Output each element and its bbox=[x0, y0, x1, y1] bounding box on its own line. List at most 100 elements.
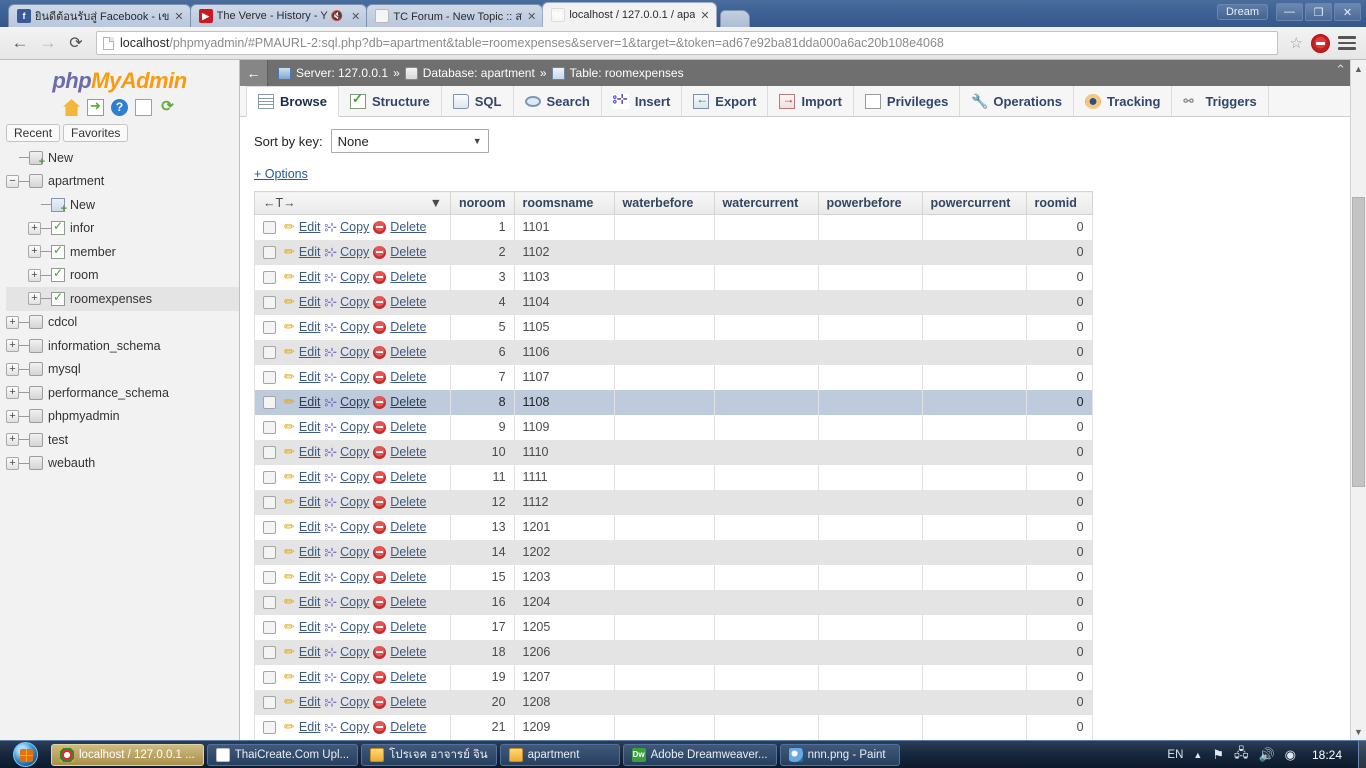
edit-icon[interactable]: ✏ bbox=[284, 394, 295, 410]
bookmark-star-icon[interactable]: ☆ bbox=[1290, 34, 1303, 52]
edit-icon[interactable]: ✏ bbox=[284, 544, 295, 560]
edit-icon[interactable]: ✏ bbox=[284, 669, 295, 685]
table-row[interactable]: ✏Edit⦂⊹CopyDelete2112090 bbox=[255, 715, 1093, 740]
edit-link[interactable]: Edit bbox=[299, 345, 321, 359]
docs-icon[interactable] bbox=[135, 99, 152, 116]
copy-link[interactable]: Copy bbox=[340, 320, 369, 334]
breadcrumb-database[interactable]: Database: apartment bbox=[423, 66, 535, 80]
browser-tab-0[interactable]: fยินดีต้อนรับสู่ Facebook - เข✕ bbox=[8, 4, 191, 27]
copy-icon[interactable]: ⦂⊹ bbox=[324, 570, 336, 585]
row-checkbox[interactable] bbox=[263, 471, 276, 484]
row-checkbox[interactable] bbox=[263, 221, 276, 234]
delete-link[interactable]: Delete bbox=[390, 220, 426, 234]
delete-icon[interactable] bbox=[373, 621, 386, 634]
edit-icon[interactable]: ✏ bbox=[284, 244, 295, 260]
edit-link[interactable]: Edit bbox=[299, 545, 321, 559]
tree-item-cdcol[interactable]: +cdcol bbox=[6, 311, 239, 335]
breadcrumb-back-icon[interactable]: ← bbox=[240, 60, 268, 86]
options-toggle[interactable]: + Options bbox=[254, 167, 308, 181]
adblock-icon[interactable] bbox=[1311, 34, 1330, 53]
edit-link[interactable]: Edit bbox=[299, 295, 321, 309]
taskbar-clock[interactable]: 18:24 bbox=[1306, 748, 1342, 762]
help-icon[interactable]: ? bbox=[111, 99, 128, 116]
edit-icon[interactable]: ✏ bbox=[284, 469, 295, 485]
row-checkbox[interactable] bbox=[263, 271, 276, 284]
copy-icon[interactable]: ⦂⊹ bbox=[324, 670, 336, 685]
row-checkbox[interactable] bbox=[263, 346, 276, 359]
new-tab-button[interactable] bbox=[720, 10, 750, 27]
edit-icon[interactable]: ✏ bbox=[284, 369, 295, 385]
table-row[interactable]: ✏Edit⦂⊹CopyDelete1412020 bbox=[255, 540, 1093, 565]
collapse-icon[interactable]: ⌃ bbox=[1335, 62, 1346, 78]
copy-link[interactable]: Copy bbox=[340, 545, 369, 559]
sort-caret-icon[interactable]: ▼ bbox=[430, 196, 442, 210]
tab-import[interactable]: Import bbox=[767, 86, 853, 116]
volume-icon[interactable]: 🔊 bbox=[1258, 747, 1274, 763]
browser-tab-1[interactable]: ▶The Verve - History - Y🔇✕ bbox=[190, 4, 368, 27]
edit-icon[interactable]: ✏ bbox=[284, 594, 295, 610]
column-header-roomid[interactable]: roomid bbox=[1026, 192, 1092, 215]
delete-icon[interactable] bbox=[373, 446, 386, 459]
favorites-button[interactable]: Favorites bbox=[63, 124, 128, 142]
page-scrollbar[interactable]: ▲ ▼ bbox=[1350, 60, 1366, 740]
edit-link[interactable]: Edit bbox=[299, 720, 321, 734]
edit-icon[interactable]: ✏ bbox=[284, 294, 295, 310]
delete-link[interactable]: Delete bbox=[390, 245, 426, 259]
column-header-noroom[interactable]: noroom bbox=[451, 192, 515, 215]
tab-tracking[interactable]: Tracking bbox=[1073, 86, 1172, 116]
delete-link[interactable]: Delete bbox=[390, 495, 426, 509]
copy-link[interactable]: Copy bbox=[340, 645, 369, 659]
delete-icon[interactable] bbox=[373, 521, 386, 534]
edit-icon[interactable]: ✏ bbox=[284, 319, 295, 335]
taskbar-button-0[interactable]: localhost / 127.0.0.1 ... bbox=[51, 744, 204, 766]
copy-icon[interactable]: ⦂⊹ bbox=[324, 395, 336, 410]
tree-toggle-plus-icon[interactable]: + bbox=[6, 339, 19, 352]
copy-link[interactable]: Copy bbox=[340, 570, 369, 584]
table-row[interactable]: ✏Edit⦂⊹CopyDelete811080 bbox=[255, 390, 1093, 415]
tab-close-icon[interactable]: ✕ bbox=[351, 10, 360, 23]
recent-button[interactable]: Recent bbox=[6, 124, 60, 142]
tab-close-icon[interactable]: ✕ bbox=[527, 10, 536, 23]
delete-icon[interactable] bbox=[373, 571, 386, 584]
browser-tab-3[interactable]: PMAlocalhost / 127.0.0.1 / apa✕ bbox=[542, 2, 716, 27]
copy-link[interactable]: Copy bbox=[340, 270, 369, 284]
tab-browse[interactable]: Browse bbox=[246, 86, 339, 117]
tree-item-test[interactable]: +test bbox=[6, 428, 239, 452]
home-icon[interactable] bbox=[63, 99, 80, 116]
tree-toggle-plus-icon[interactable]: + bbox=[6, 363, 19, 376]
delete-link[interactable]: Delete bbox=[390, 445, 426, 459]
tab-sql[interactable]: SQL bbox=[441, 86, 514, 116]
scroll-up-icon[interactable]: ▲ bbox=[1351, 60, 1366, 77]
delete-icon[interactable] bbox=[373, 321, 386, 334]
copy-link[interactable]: Copy bbox=[340, 395, 369, 409]
row-checkbox[interactable] bbox=[263, 496, 276, 509]
copy-icon[interactable]: ⦂⊹ bbox=[324, 695, 336, 710]
copy-link[interactable]: Copy bbox=[340, 470, 369, 484]
taskbar-button-5[interactable]: nnn.png - Paint bbox=[780, 744, 900, 766]
delete-link[interactable]: Delete bbox=[390, 395, 426, 409]
row-checkbox[interactable] bbox=[263, 546, 276, 559]
edit-link[interactable]: Edit bbox=[299, 220, 321, 234]
chrome-menu-icon[interactable] bbox=[1338, 36, 1356, 50]
tree-item-webauth[interactable]: +webauth bbox=[6, 452, 239, 476]
edit-link[interactable]: Edit bbox=[299, 595, 321, 609]
row-checkbox[interactable] bbox=[263, 721, 276, 734]
row-checkbox[interactable] bbox=[263, 671, 276, 684]
logout-icon[interactable] bbox=[87, 99, 104, 116]
edit-link[interactable]: Edit bbox=[299, 420, 321, 434]
edit-link[interactable]: Edit bbox=[299, 245, 321, 259]
delete-link[interactable]: Delete bbox=[390, 620, 426, 634]
edit-icon[interactable]: ✏ bbox=[284, 344, 295, 360]
column-header-roomsname[interactable]: roomsname bbox=[514, 192, 614, 215]
edit-link[interactable]: Edit bbox=[299, 270, 321, 284]
delete-link[interactable]: Delete bbox=[390, 695, 426, 709]
tree-toggle-plus-icon[interactable]: + bbox=[6, 316, 19, 329]
tree-toggle-plus-icon[interactable]: + bbox=[6, 386, 19, 399]
tree-toggle-plus-icon[interactable]: + bbox=[6, 457, 19, 470]
copy-link[interactable]: Copy bbox=[340, 295, 369, 309]
copy-icon[interactable]: ⦂⊹ bbox=[324, 445, 336, 460]
copy-link[interactable]: Copy bbox=[340, 445, 369, 459]
delete-link[interactable]: Delete bbox=[390, 545, 426, 559]
tree-toggle-plus-icon[interactable]: + bbox=[28, 269, 41, 282]
tree-item-roomexpenses[interactable]: +roomexpenses bbox=[6, 287, 239, 311]
